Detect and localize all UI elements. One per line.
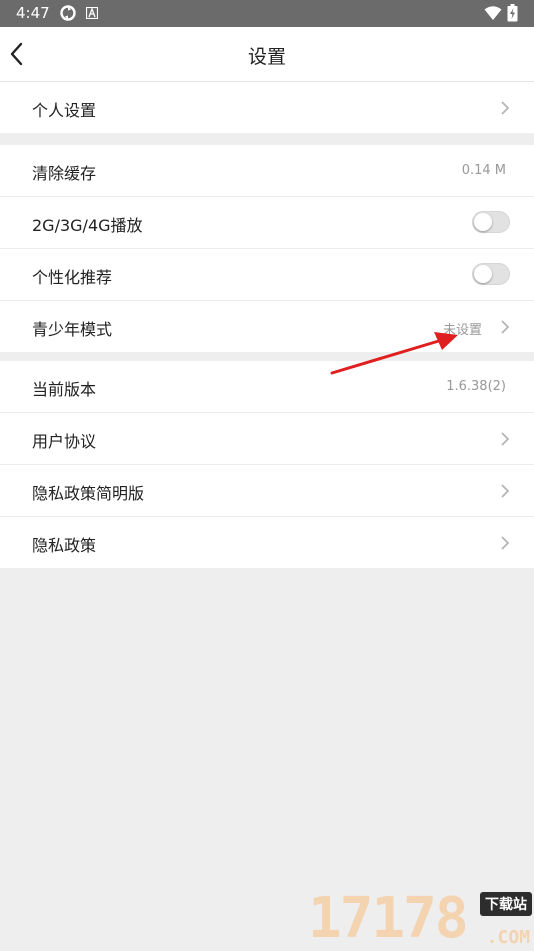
annotation-arrow-icon [330,332,458,375]
settings-group-about: 当前版本 1.6.38(2) 用户协议 隐私政策简明版 隐私政策 [0,361,534,568]
row-label: 隐私政策简明版 [32,484,145,503]
chevron-right-icon [501,536,510,550]
row-label: 青少年模式 [32,320,113,339]
watermark-logo: 17178 下载站 .COM [308,888,534,950]
row-privacy-policy-brief[interactable]: 隐私政策简明版 [0,465,534,517]
toggle-knob [474,265,492,283]
row-label: 用户协议 [32,432,97,451]
personalized-recommendation-toggle[interactable] [472,263,510,285]
sync-icon [60,5,76,21]
watermark-domain: .COM [486,927,530,948]
a-badge-icon [86,7,98,19]
row-personalized-recommendation: 个性化推荐 [0,249,534,301]
row-label: 个人设置 [32,101,97,120]
watermark-digits: 17178 [308,886,469,951]
row-label: 个性化推荐 [32,268,113,287]
settings-group-personal: 个人设置 [0,82,534,133]
row-clear-cache[interactable]: 清除缓存 0.14 M [0,145,534,197]
wifi-icon [484,6,502,20]
row-label: 当前版本 [32,380,97,399]
row-label: 隐私政策 [32,536,97,555]
settings-group-general: 清除缓存 0.14 M 2G/3G/4G播放 个性化推荐 青少年模式 未设置 [0,145,534,352]
mobile-playback-toggle[interactable] [472,211,510,233]
watermark-badge: 下载站 [480,892,532,916]
status-bar: 4:47 [0,0,534,27]
chevron-right-icon [501,101,510,115]
cache-size-value: 0.14 M [461,163,506,178]
chevron-right-icon [501,320,510,334]
row-label: 2G/3G/4G播放 [32,216,143,235]
version-value: 1.6.38(2) [446,379,506,394]
page-title: 设置 [247,46,286,68]
row-label: 清除缓存 [32,164,97,183]
battery-charging-icon [507,4,518,22]
toggle-knob [474,213,492,231]
chevron-right-icon [501,484,510,498]
row-mobile-network-playback: 2G/3G/4G播放 [0,197,534,249]
row-privacy-policy[interactable]: 隐私政策 [0,517,534,568]
row-user-agreement[interactable]: 用户协议 [0,413,534,465]
row-personal-settings[interactable]: 个人设置 [0,82,534,133]
app-bar: 设置 [0,27,534,82]
status-time: 4:47 [16,4,50,22]
chevron-right-icon [501,432,510,446]
